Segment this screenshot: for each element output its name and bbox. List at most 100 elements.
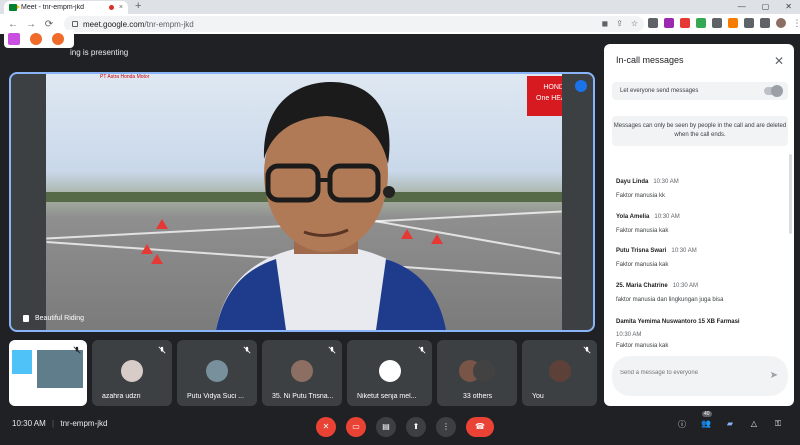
bookmark-star-icon[interactable]: ☆ (631, 19, 638, 28)
browser-tab[interactable]: Meet - tnr-empm-jkd × (4, 1, 128, 14)
puzzle-extensions-icon[interactable] (744, 18, 754, 28)
honda-slogan: One HEART. (536, 95, 562, 102)
maximize-icon[interactable]: ▢ (762, 0, 770, 13)
captions-button[interactable]: ▤ (376, 417, 396, 437)
send-permission-label: Let everyone send messages (620, 88, 699, 94)
main-video-tile[interactable]: PT Astra Honda Motor HONDA One HEART. Be… (9, 72, 595, 332)
recording-indicator-icon (108, 5, 114, 10)
participant-name: Niketut senja mel... (357, 393, 417, 400)
message-sender: Yola Amelia (616, 214, 650, 220)
extension-icon[interactable] (680, 18, 690, 28)
more-options-button[interactable]: ⋮ (436, 417, 456, 437)
chat-message: Dayu Linda 10:30 AM Faktor manusia kk (616, 170, 784, 199)
message-compose: ➤ (612, 356, 788, 396)
chat-icon: ▰ (726, 419, 734, 428)
url-path: /tnr-empm-jkd (144, 19, 194, 29)
people-button[interactable]: 40 👥 (700, 411, 712, 431)
pin-icon[interactable] (23, 315, 29, 322)
mic-off-icon (328, 346, 336, 354)
close-icon[interactable]: ✕ (774, 54, 784, 68)
captions-icon: ▤ (382, 422, 390, 431)
participant-name: Putu Vidya Suci ... (187, 393, 245, 400)
chat-scrollbar[interactable] (789, 154, 792, 234)
forward-icon[interactable]: → (24, 19, 38, 30)
camera-toggle-button[interactable]: ▭ (346, 417, 366, 437)
present-button[interactable]: ⬆ (406, 417, 426, 437)
hang-up-icon: ☎ (475, 422, 485, 431)
send-icon[interactable]: ➤ (770, 370, 778, 381)
self-tile[interactable]: You (522, 340, 597, 406)
participant-tile[interactable]: azahra udzri (92, 340, 172, 406)
extension-icon[interactable] (664, 18, 674, 28)
browser-toolbar: ← → ⟳ meet.google.com/tnr-empm-jkd ◼ ⇪ ☆… (0, 14, 800, 34)
activities-button[interactable]: △ (748, 419, 760, 431)
menu-kebab-icon[interactable]: ⋮ (792, 18, 800, 28)
metamask-icon[interactable] (728, 18, 738, 28)
avatar (291, 360, 313, 382)
host-controls-button[interactable]: ⚿ (772, 419, 784, 431)
participant-tile[interactable]: Niketut senja mel... (347, 340, 432, 406)
send-permission-toggle[interactable] (764, 85, 783, 97)
others-count: 33 others (463, 393, 493, 400)
new-tab-button[interactable]: + (135, 0, 141, 13)
mic-off-icon (583, 346, 591, 354)
avatar (121, 360, 143, 382)
extension-icon[interactable] (712, 18, 722, 28)
message-text: Faktor manusia kak (616, 343, 669, 349)
call-controls: ✕ ▭ ▤ ⬆ ⋮ ☎ (316, 417, 494, 437)
traffic-cone (156, 219, 168, 229)
main-tile-name: Beautiful Riding (35, 315, 85, 322)
presenter-figure (216, 82, 446, 330)
message-time: 10:30 AM (654, 214, 680, 220)
meeting-details-button[interactable]: ⓘ (676, 419, 688, 431)
tab-close-icon[interactable]: × (119, 4, 123, 11)
meeting-info: 10:30 AM | tnr-empm-jkd (12, 419, 107, 428)
message-sender: Damita Yemima Nuswantoro 15 XB Farmasi (616, 319, 740, 325)
profile-avatar[interactable] (776, 18, 786, 28)
chat-message: Damita Yemima Nuswantoro 15 XB Farmasi 1… (616, 310, 784, 349)
participant-tile[interactable]: Putu Vidya Suci ... (177, 340, 257, 406)
message-text: faktor manusia dan lingkungan juga bisa (616, 297, 724, 303)
share-icon[interactable]: ⇪ (616, 19, 623, 28)
avatar (473, 360, 495, 382)
separator: | (52, 419, 55, 428)
window-close-icon[interactable]: ✕ (785, 0, 792, 13)
honda-logo: HONDA One HEART. (527, 76, 562, 116)
participant-tile[interactable]: 35. Ni Putu Trisna... (262, 340, 342, 406)
reload-icon[interactable]: ⟳ (42, 19, 56, 30)
minimize-icon[interactable]: — (738, 0, 746, 13)
side-controls: ⓘ 40 👥 ▰ △ ⚿ (676, 411, 784, 431)
avatar (548, 360, 571, 382)
send-permission-row: Let everyone send messages (612, 82, 788, 100)
avatar (206, 360, 228, 382)
message-sender: Putu Trisna Swari (616, 248, 667, 254)
activities-icon: △ (750, 419, 758, 428)
mic-toggle-button[interactable]: ✕ (316, 417, 336, 437)
extension-icon[interactable] (648, 18, 658, 28)
message-time: 10:30 AM (616, 332, 642, 338)
message-input[interactable] (620, 370, 760, 376)
lock-icon (72, 21, 78, 27)
chat-button[interactable]: ▰ (724, 419, 736, 431)
screen-share-thumbnail[interactable] (9, 340, 87, 406)
media-icon[interactable] (760, 18, 770, 28)
message-text: Faktor manusia kak (616, 228, 669, 234)
chat-title: In-call messages (616, 55, 684, 65)
camera-in-use-icon[interactable]: ◼ (601, 19, 608, 28)
mic-off-icon (73, 346, 81, 354)
avatar (378, 360, 401, 382)
message-time: 10:30 AM (671, 248, 697, 254)
honda-logo-text: HONDA (543, 84, 562, 91)
address-bar[interactable]: meet.google.com/tnr-empm-jkd ◼ ⇪ ☆ (64, 16, 644, 32)
participant-name: You (532, 393, 544, 400)
message-sender: 25. Maria Chatrine (616, 283, 668, 289)
leave-call-button[interactable]: ☎ (466, 417, 494, 437)
extension-icon[interactable] (696, 18, 706, 28)
others-tile[interactable]: 33 others (437, 340, 517, 406)
extension-icons: ⋮ (648, 18, 800, 28)
present-icon: ⬆ (412, 422, 420, 431)
lock-icon: ⚿ (774, 419, 782, 428)
info-icon: ⓘ (678, 420, 686, 429)
back-icon[interactable]: ← (6, 19, 20, 30)
speaking-indicator-icon (575, 80, 587, 92)
